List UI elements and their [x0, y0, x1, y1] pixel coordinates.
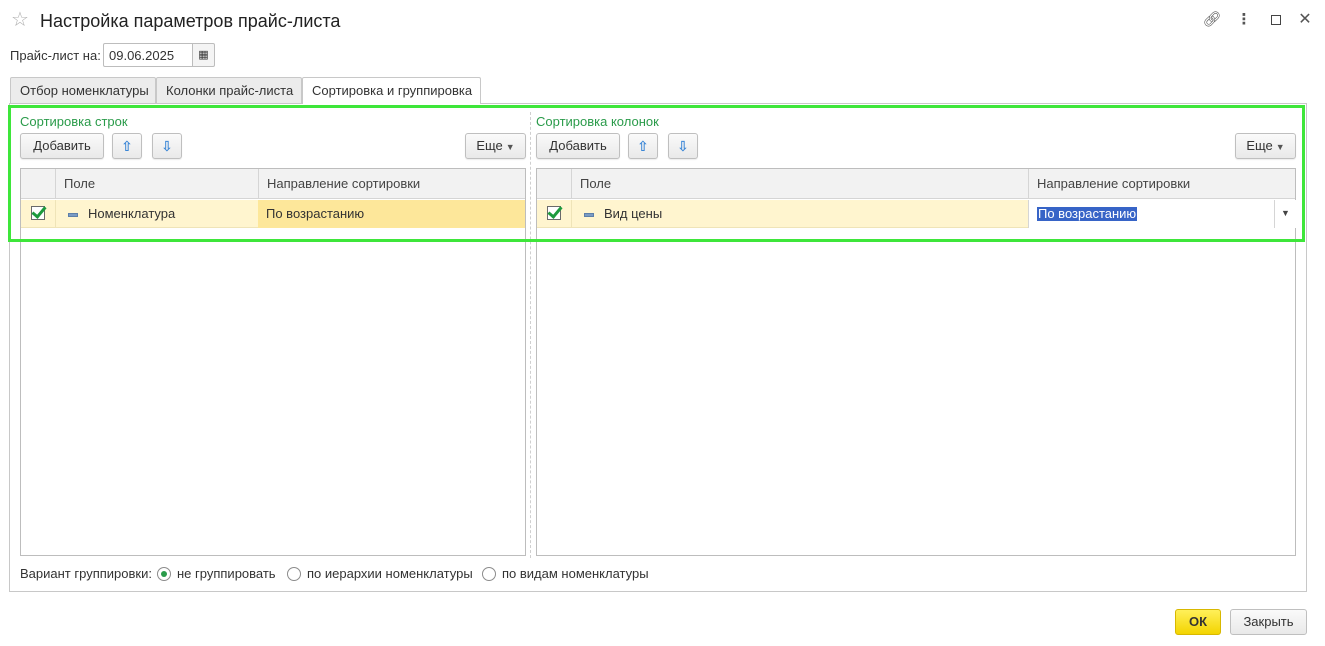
- radio-by-hierarchy[interactable]: по иерархии номенклатуры: [287, 565, 473, 583]
- tab-sorting-grouping[interactable]: Сортировка и группировка: [302, 77, 481, 104]
- direction-select-value[interactable]: По возрастанию: [1037, 207, 1138, 221]
- columns-add-button[interactable]: Добавить: [536, 133, 620, 159]
- close-button[interactable]: Закрыть: [1230, 609, 1307, 635]
- columns-more-button[interactable]: Еще ▼: [1235, 133, 1296, 159]
- table-header: Поле Направление сортировки: [537, 169, 1295, 199]
- calendar-button[interactable]: ▦: [192, 43, 215, 67]
- price-list-date-label: Прайс-лист на:: [10, 48, 101, 63]
- field-value: Номенклатура: [88, 206, 176, 221]
- rows-sort-table[interactable]: Поле Направление сортировки Номенклатура…: [20, 168, 526, 556]
- rows-move-down-button[interactable]: ⇩: [152, 133, 182, 159]
- radio-button[interactable]: [287, 567, 301, 581]
- rows-add-button[interactable]: Добавить: [20, 133, 104, 159]
- checkbox-checked[interactable]: [547, 206, 561, 220]
- direction-cell[interactable]: По возрастанию: [258, 200, 525, 228]
- arrow-down-icon: ⇩: [677, 138, 689, 154]
- row-checkbox-cell[interactable]: [537, 200, 571, 228]
- chevron-down-icon: ▼: [1275, 142, 1285, 152]
- more-vertical-icon[interactable]: ⋮: [1234, 10, 1254, 30]
- radio-button[interactable]: [482, 567, 496, 581]
- field-icon: [68, 212, 78, 217]
- column-header-field[interactable]: Поле: [571, 169, 1028, 199]
- chevron-down-icon: ▼: [505, 142, 515, 152]
- checkbox-checked[interactable]: [31, 206, 45, 220]
- window-title: Настройка параметров прайс-листа: [40, 11, 341, 31]
- chevron-down-icon: ▼: [1281, 208, 1290, 218]
- link-icon[interactable]: 🔗︎: [1202, 10, 1222, 30]
- column-header-field[interactable]: Поле: [55, 169, 258, 199]
- tab-item-filter[interactable]: Отбор номенклатуры: [10, 77, 156, 103]
- arrow-up-icon: ⇧: [121, 138, 133, 154]
- arrow-up-icon: ⇧: [637, 138, 649, 154]
- radio-no-grouping[interactable]: не группировать: [157, 565, 276, 583]
- favorite-star-icon[interactable]: ☆: [11, 9, 29, 31]
- tab-price-columns[interactable]: Колонки прайс-листа: [156, 77, 302, 103]
- field-icon: [584, 212, 594, 217]
- rows-sort-title: Сортировка строк: [20, 114, 128, 129]
- direction-select[interactable]: По возрастанию ▼: [1028, 200, 1296, 228]
- maximize-icon[interactable]: [1266, 10, 1286, 30]
- columns-sort-table[interactable]: Поле Направление сортировки Вид цены По …: [536, 168, 1296, 556]
- radio-button-selected[interactable]: [157, 567, 171, 581]
- field-value: Вид цены: [604, 206, 663, 221]
- rows-more-label: Еще: [476, 138, 503, 153]
- rows-move-up-button[interactable]: ⇧: [112, 133, 142, 159]
- table-header: Поле Направление сортировки: [21, 169, 525, 199]
- table-row[interactable]: Номенклатура По возрастанию: [21, 200, 525, 228]
- grouping-label: Вариант группировки:: [20, 566, 152, 581]
- radio-label: по видам номенклатуры: [502, 566, 649, 581]
- columns-move-up-button[interactable]: ⇧: [628, 133, 658, 159]
- radio-label: не группировать: [177, 566, 276, 581]
- table-row[interactable]: Вид цены По возрастанию ▼: [537, 200, 1296, 228]
- price-list-date-input[interactable]: [103, 43, 193, 67]
- column-header-direction[interactable]: Направление сортировки: [1028, 169, 1296, 199]
- columns-move-down-button[interactable]: ⇩: [668, 133, 698, 159]
- field-cell[interactable]: Номенклатура: [55, 200, 258, 228]
- arrow-down-icon: ⇩: [161, 138, 173, 154]
- column-header-direction[interactable]: Направление сортировки: [258, 169, 526, 199]
- dropdown-button[interactable]: ▼: [1274, 200, 1296, 228]
- rows-more-button[interactable]: Еще ▼: [465, 133, 526, 159]
- close-icon[interactable]: ✕: [1295, 10, 1315, 30]
- columns-more-label: Еще: [1246, 138, 1273, 153]
- section-divider: [530, 112, 531, 558]
- radio-label: по иерархии номенклатуры: [307, 566, 473, 581]
- field-cell[interactable]: Вид цены: [571, 200, 1028, 228]
- radio-by-item-type[interactable]: по видам номенклатуры: [482, 565, 649, 583]
- columns-sort-title: Сортировка колонок: [536, 114, 659, 129]
- ok-button[interactable]: ОК: [1175, 609, 1221, 635]
- row-checkbox-cell[interactable]: [21, 200, 55, 228]
- calendar-icon: ▦: [198, 49, 209, 61]
